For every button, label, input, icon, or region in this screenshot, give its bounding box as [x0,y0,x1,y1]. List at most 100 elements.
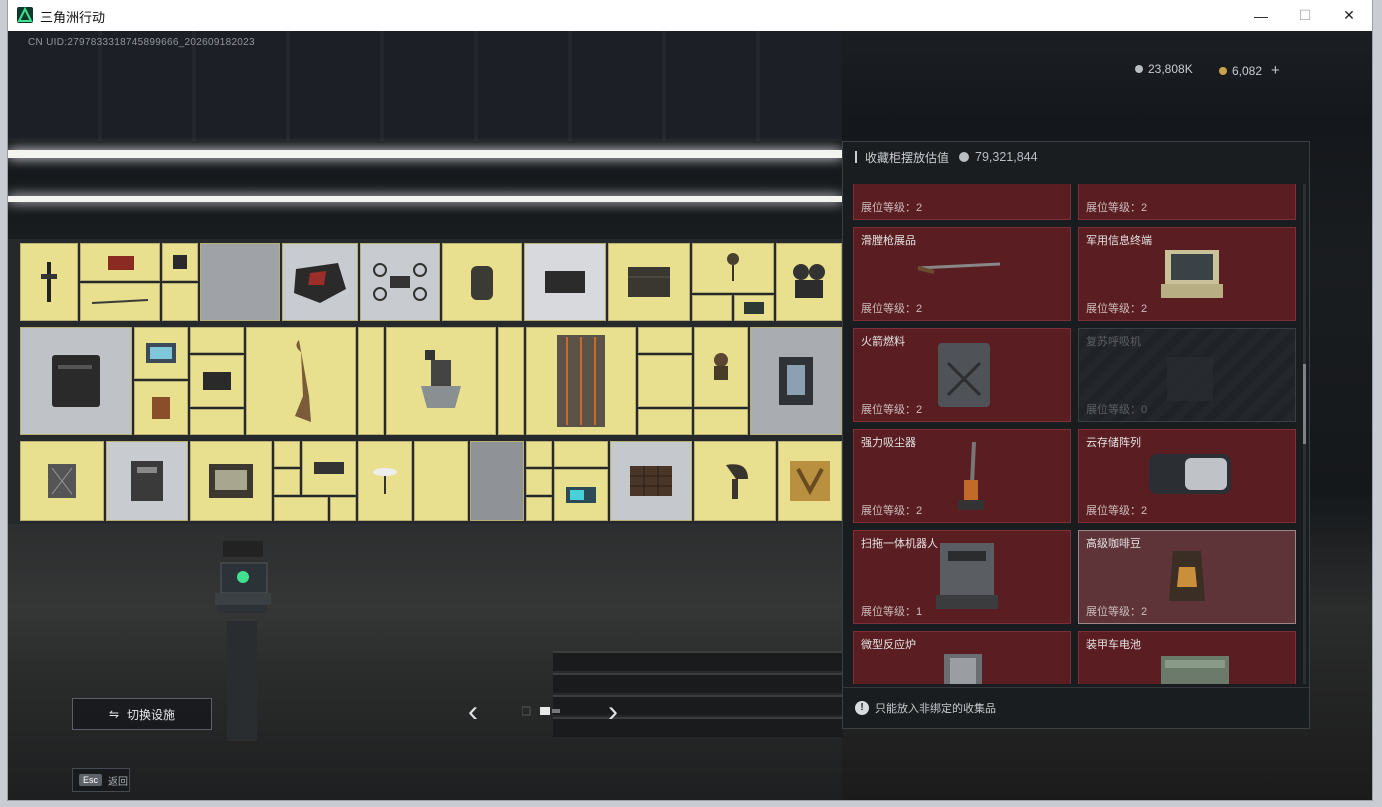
collection-item-cloud-storage[interactable]: 云存储阵列 展位等级：2 [1078,429,1296,523]
item-level: 展位等级：2 [1086,303,1148,315]
shelf-slot[interactable] [694,327,748,407]
facility-terminal[interactable] [213,541,273,741]
collection-item-micro-reactor[interactable]: 微型反应炉 [853,631,1071,684]
shelf-slot[interactable] [692,243,774,293]
uid-label: CN UID:2797833318745899666_202609182023 [28,37,255,48]
panel-footer: ! 只能放入非绑定的收集品 [843,687,1309,727]
scrollbar-thumb[interactable] [1303,364,1306,444]
add-currency-button[interactable]: + [1271,62,1280,79]
shelf-slot[interactable] [694,409,748,435]
silver-coin-icon [959,152,970,162]
shelf-slot[interactable] [190,441,272,521]
collection-item-mop-robot[interactable]: 扫拖一体机器人 展位等级：1 [853,530,1071,624]
item-name: 扫拖一体机器人 [861,538,938,550]
shelf-slot[interactable] [360,243,440,321]
shelf-slot[interactable] [246,327,356,435]
shelf-slot[interactable] [282,243,358,321]
collection-item-armored-battery[interactable]: 装甲车电池 [1078,631,1296,684]
shelf-slot[interactable] [190,409,244,435]
shelf-slot[interactable] [610,441,692,521]
page-indicator [521,704,562,722]
collection-panel: 收藏柜摆放估值 79,321,844 展位等级：2 展位等级：2 滑膛枪展品 展… [842,141,1310,729]
ceiling-light [8,196,842,202]
shelf-slot[interactable] [638,327,692,353]
item-name: 微型反应炉 [861,639,916,651]
shelf-slot[interactable] [80,243,160,281]
maximize-button[interactable]: ☐ [1282,0,1328,31]
title-bar: 三角洲行动 — ☐ ✕ [8,0,1372,31]
currency-silver: 23,808K [1135,62,1193,76]
shelf-slot[interactable] [776,243,842,321]
collection-item-ventilator[interactable]: 复苏呼吸机 展位等级：0 [1078,328,1296,422]
shelf-slot[interactable] [694,441,776,521]
collection-item[interactable]: 展位等级：2 [1078,184,1296,220]
shelf-slot[interactable] [734,295,774,321]
swap-arrows-icon: ⇋ [108,707,120,721]
collection-item-musket[interactable]: 滑膛枪展品 展位等级：2 [853,227,1071,321]
back-button[interactable]: Esc 返回 [72,768,130,792]
shelf-slot[interactable] [20,441,104,521]
shelf-slot[interactable] [134,327,188,379]
item-name: 强力吸尘器 [861,437,916,449]
shelf-slot[interactable] [190,355,244,407]
shelf-slot[interactable] [274,497,328,521]
switch-facility-label: 切换设施 [127,707,176,722]
panel-header: 收藏柜摆放估值 79,321,844 [843,142,1309,172]
shelf-slot[interactable] [106,441,188,521]
shelf-slot[interactable] [134,381,188,435]
shelf-slot[interactable] [200,243,280,321]
shelf-slot[interactable] [274,469,300,495]
shelf-slot[interactable] [750,327,842,435]
shelf-slot[interactable] [524,243,606,321]
shelf-slot[interactable] [470,441,524,521]
warning-icon: ! [855,700,869,715]
collection-item-military-terminal[interactable]: 军用信息终端 展位等级：2 [1078,227,1296,321]
shelf-slot[interactable] [20,243,78,321]
shelf-slot[interactable] [330,497,356,521]
collection-item-rocket-fuel[interactable]: 火箭燃料 展位等级：2 [853,328,1071,422]
panel-title: 收藏柜摆放估值 [865,150,950,165]
shelf-slot[interactable] [638,355,692,407]
collection-item[interactable]: 展位等级：2 [853,184,1071,220]
shelf-slot[interactable] [20,327,132,435]
shelf-slot[interactable] [526,327,636,435]
switch-facility-button[interactable]: ⇋ 切换设施 [72,698,212,730]
item-name: 军用信息终端 [1086,235,1152,247]
shelf-slot[interactable] [778,441,842,521]
shelf-slot[interactable] [414,441,468,521]
game-window: 三角洲行动 — ☐ ✕ CN UID:2797833318745899666_2… [8,0,1372,800]
collection-item-coffee-beans[interactable]: 高级咖啡豆 展位等级：2 [1078,530,1296,624]
shelf-slot[interactable] [692,295,732,321]
shelf-slot[interactable] [526,469,552,495]
close-button[interactable]: ✕ [1326,0,1372,31]
stairs [553,651,843,741]
prev-page-button[interactable]: ‹ [468,695,478,729]
shelf-slot[interactable] [162,283,198,321]
next-page-button[interactable]: › [608,695,618,729]
shelf-slot[interactable] [358,441,412,521]
collection-item-list[interactable]: 展位等级：2 展位等级：2 滑膛枪展品 展位等级：2 军用信息终端 展位等级：2 [853,184,1299,684]
shelf-slot[interactable] [358,327,384,435]
item-level: 展位等级：2 [861,303,923,315]
shelf-slot[interactable] [526,497,552,521]
shelf-slot[interactable] [442,243,522,321]
list-scrollbar[interactable] [1303,184,1306,684]
shelf-slot[interactable] [498,327,524,435]
item-name: 复苏呼吸机 [1086,336,1141,348]
shelf-slot[interactable] [554,469,608,521]
collection-item-vacuum[interactable]: 强力吸尘器 展位等级：2 [853,429,1071,523]
shelf-slot[interactable] [190,327,244,353]
shelf-slot[interactable] [162,243,198,281]
shelf-slot[interactable] [526,441,552,467]
shelf-slot[interactable] [608,243,690,321]
shelf-slot[interactable] [302,441,356,495]
shelf-slot[interactable] [274,441,300,467]
minimize-button[interactable]: — [1238,0,1284,31]
shelf-slot[interactable] [554,441,608,467]
back-label: 返回 [108,776,129,788]
shelf-slot[interactable] [386,327,496,435]
app-logo-icon [17,7,33,23]
shelf-slot[interactable] [638,409,692,435]
ceiling-light [8,150,842,158]
shelf-slot[interactable] [80,283,160,321]
